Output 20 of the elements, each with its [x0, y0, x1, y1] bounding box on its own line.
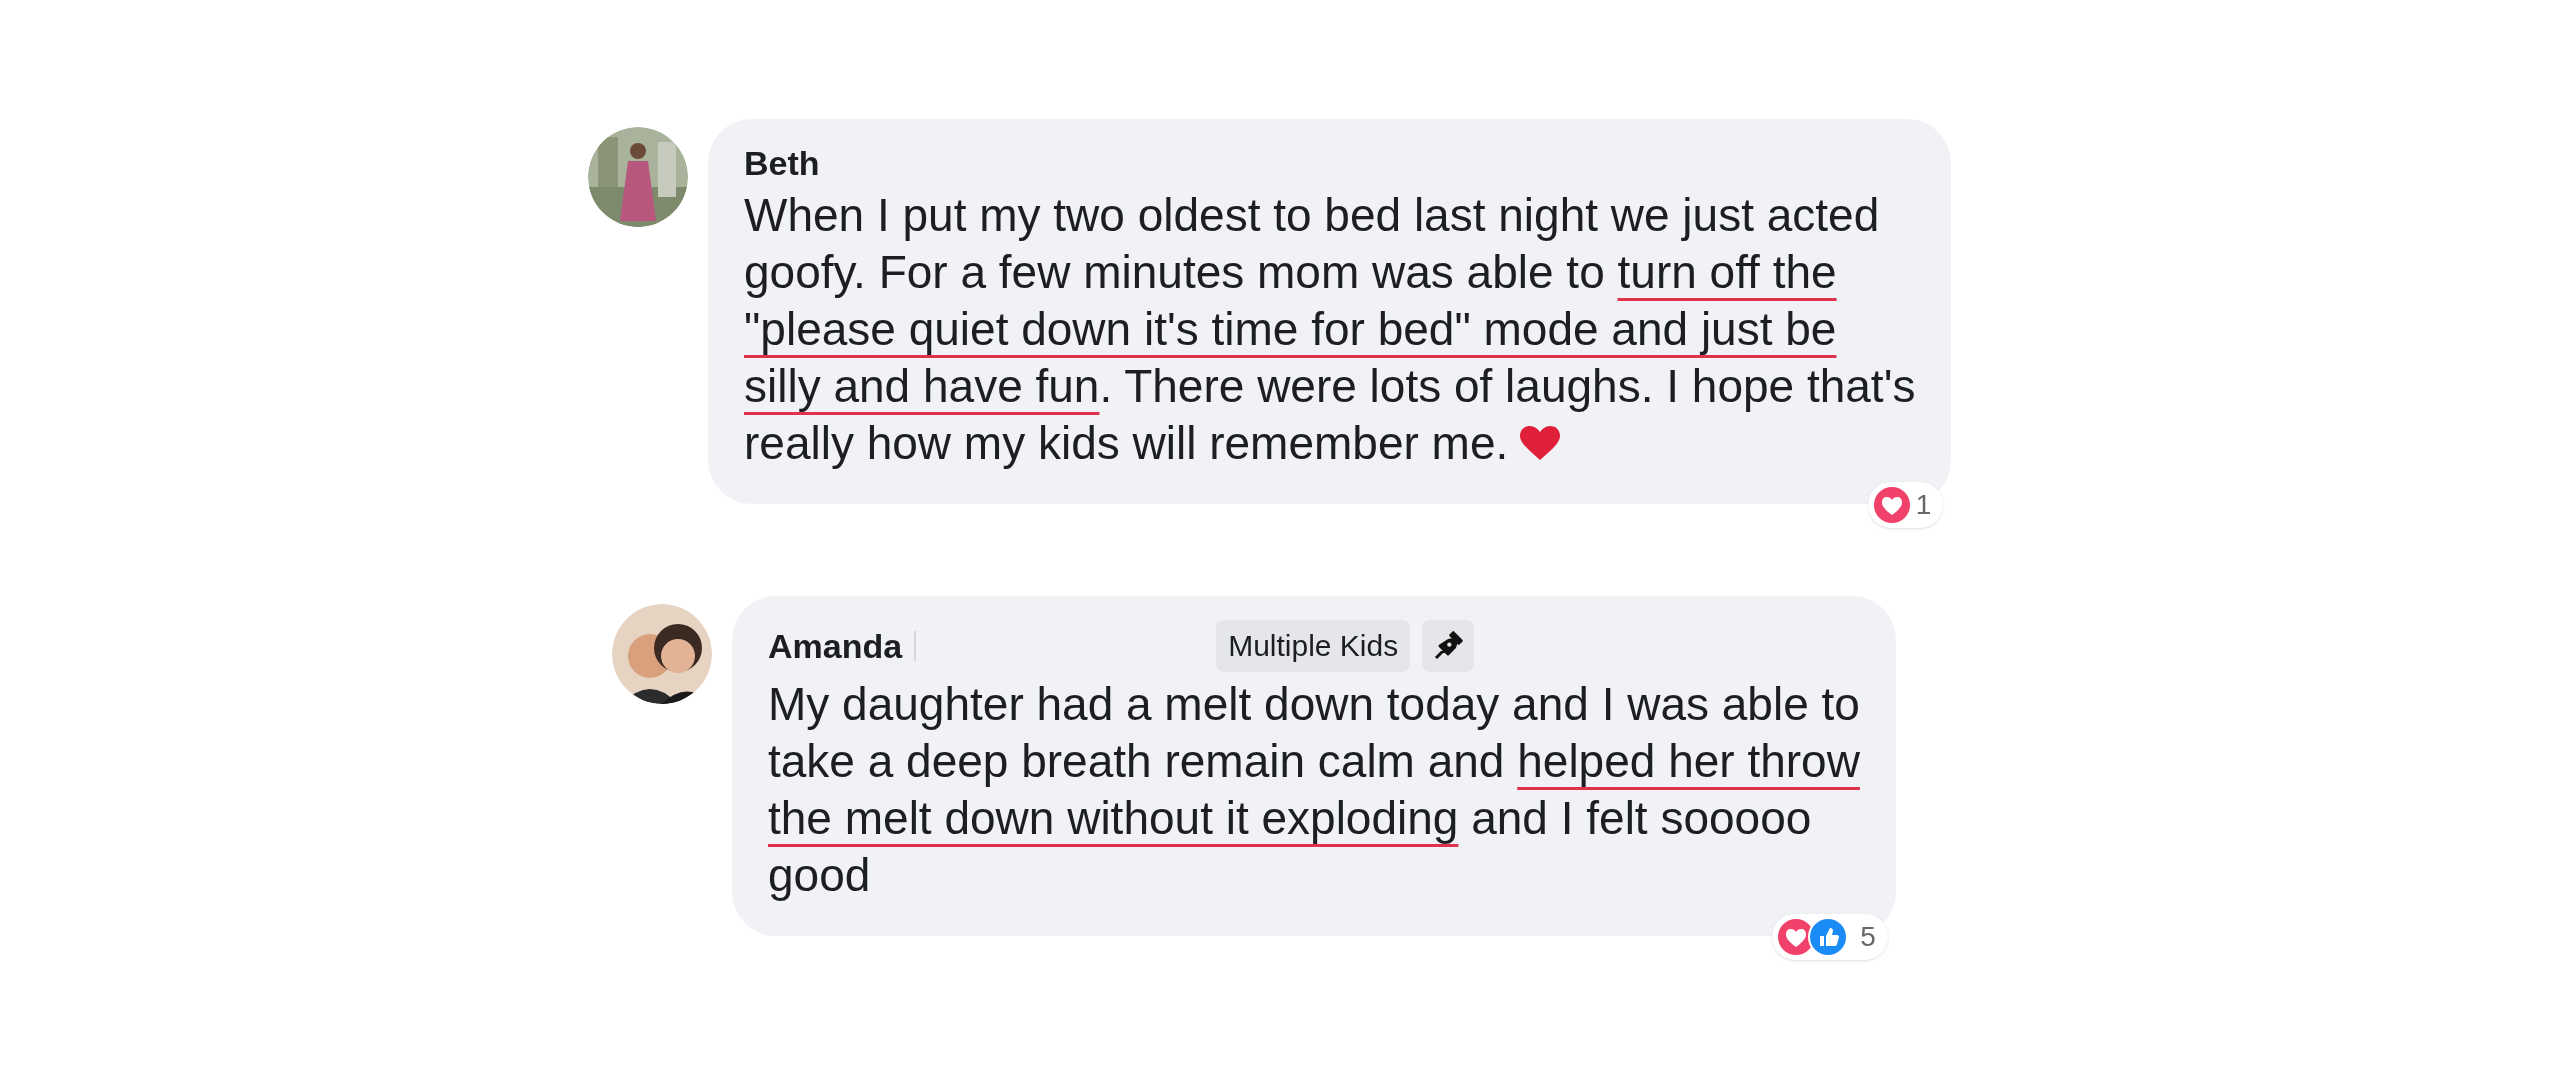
comment-line: take a deep breath remain calm and helped her throw	[768, 734, 1860, 789]
author-name[interactable]: Beth	[744, 143, 820, 183]
heart-icon	[1520, 425, 1561, 462]
pen-icon	[1422, 620, 1475, 672]
like-reaction-icon	[1808, 917, 1849, 957]
reaction-pill[interactable]: 5	[1772, 914, 1888, 960]
reaction-count: 1	[1915, 488, 1932, 522]
reaction-count: 5	[1860, 920, 1876, 954]
author-name[interactable]: Amanda	[768, 626, 903, 666]
heart-reaction-icon	[1871, 485, 1912, 525]
comment-line: good	[768, 848, 871, 903]
comment-line: the melt down without it exploding and I felt sooooo	[768, 791, 1812, 846]
comment-line: goofy. For a few minutes mom was able to turn off the	[744, 245, 1837, 300]
comment-line: really how my kids will remember me.	[744, 416, 1509, 471]
comment-line: When I put my two oldest to bed last night we just acted	[744, 188, 1880, 243]
member-badge: Multiple Kids	[1216, 620, 1411, 672]
comment-line: "please quiet down it's time for bed" mode and just be	[744, 302, 1837, 357]
reaction-pill[interactable]: 1	[1867, 482, 1944, 528]
comment-line: My daughter had a melt down today and I was able to	[768, 677, 1860, 732]
comment-line: silly and have fun. There were lots of laughs. I hope that's	[744, 359, 1916, 414]
